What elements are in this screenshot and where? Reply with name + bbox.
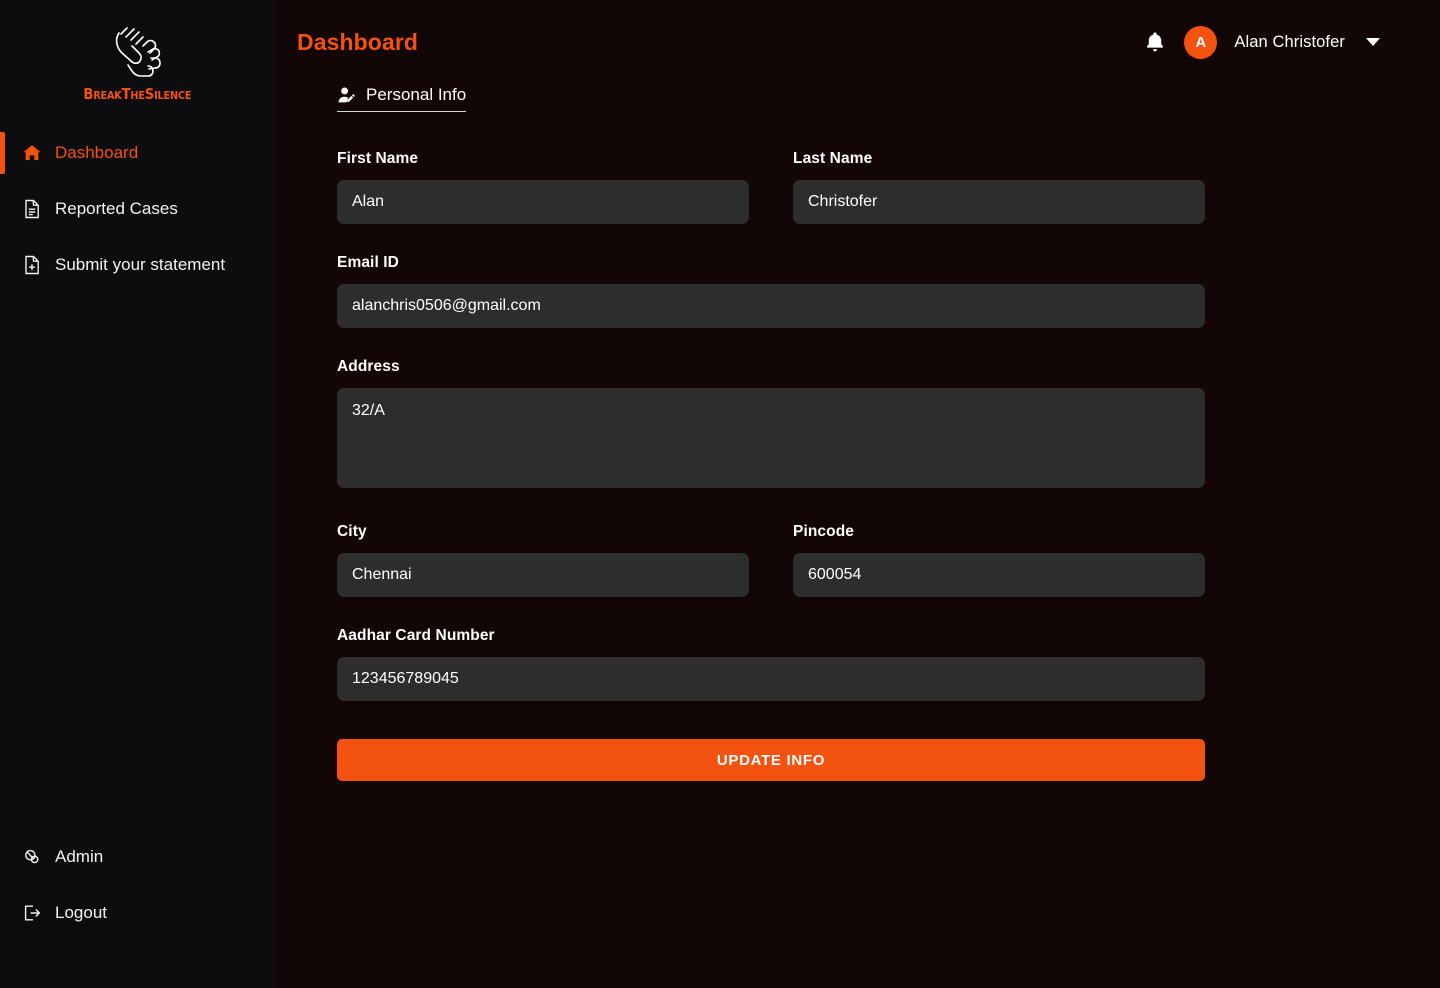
field-first-name: First Name <box>337 150 749 224</box>
sidebar-item-label: Reported Cases <box>55 199 178 218</box>
last-name-input[interactable] <box>793 180 1205 224</box>
sidebar-item-label: Submit your statement <box>55 255 226 274</box>
city-label: City <box>337 523 367 540</box>
top-bar: Dashboard A Alan Christofer <box>275 0 1440 84</box>
first-name-label: First Name <box>337 150 419 167</box>
email-label: Email ID <box>337 254 399 271</box>
address-label: Address <box>337 358 400 375</box>
document-lines-icon <box>22 199 42 219</box>
sidebar-item-label: Logout <box>55 903 107 922</box>
user-edit-icon <box>338 87 355 102</box>
signing-hands-icon <box>115 27 161 77</box>
field-last-name: Last Name <box>793 150 1205 224</box>
field-email: Email ID <box>337 254 1205 328</box>
field-address: Address <box>337 358 1205 493</box>
logout-arrow-icon <box>22 903 42 923</box>
sidebar-item-reported-cases[interactable]: Reported Cases <box>0 186 275 232</box>
document-plus-icon <box>22 255 42 275</box>
content-area: Personal Info First Name Last Name Email… <box>275 85 1440 781</box>
tab-label: Personal Info <box>366 85 467 104</box>
brand-name: BreakTheSilence <box>83 85 192 103</box>
first-name-input[interactable] <box>337 180 749 224</box>
field-pincode: Pincode <box>793 523 1205 597</box>
tab-bar: Personal Info <box>337 85 1440 112</box>
field-city: City <box>337 523 749 597</box>
pincode-label: Pincode <box>793 523 854 540</box>
update-info-button[interactable]: UPDATE INFO <box>337 739 1205 781</box>
address-textarea[interactable] <box>337 388 1205 488</box>
form-row-city-pincode: City Pincode <box>337 523 1205 627</box>
last-name-label: Last Name <box>793 150 873 167</box>
email-input[interactable] <box>337 284 1205 328</box>
main-content: Dashboard A Alan Christofer Personal Inf… <box>275 0 1440 988</box>
app-root: BreakTheSilence Dashboard Reported Cases… <box>0 0 1440 988</box>
aadhar-input[interactable] <box>337 657 1205 701</box>
aadhar-label: Aadhar Card Number <box>337 627 495 644</box>
tab-personal-info[interactable]: Personal Info <box>337 85 467 112</box>
top-bar-right: A Alan Christofer <box>1143 25 1380 59</box>
city-input[interactable] <box>337 553 749 597</box>
sidebar-item-dashboard[interactable]: Dashboard <box>0 130 275 176</box>
chevron-down-icon[interactable] <box>1366 38 1380 46</box>
admin-user-icon <box>22 847 42 867</box>
sidebar-item-label: Dashboard <box>55 143 139 162</box>
page-title: Dashboard <box>297 28 419 55</box>
home-icon <box>22 143 42 163</box>
brand-logo[interactable]: BreakTheSilence <box>0 0 275 124</box>
pincode-input[interactable] <box>793 553 1205 597</box>
notification-bell-icon[interactable] <box>1143 30 1167 54</box>
form-row-name: First Name Last Name <box>337 150 1205 254</box>
sidebar-item-admin[interactable]: Admin <box>0 834 275 880</box>
sidebar-nav-secondary: Admin Logout <box>0 834 275 988</box>
avatar[interactable]: A <box>1184 25 1218 59</box>
sidebar-item-label: Admin <box>55 847 104 866</box>
sidebar-item-submit-statement[interactable]: Submit your statement <box>0 242 275 288</box>
personal-info-form: First Name Last Name Email ID Address <box>337 150 1205 781</box>
field-aadhar: Aadhar Card Number <box>337 627 1205 701</box>
sidebar-nav-primary: Dashboard Reported Cases Submit your sta… <box>0 130 275 288</box>
sidebar: BreakTheSilence Dashboard Reported Cases… <box>0 0 275 988</box>
user-name: Alan Christofer <box>1234 32 1345 51</box>
sidebar-item-logout[interactable]: Logout <box>0 890 275 936</box>
